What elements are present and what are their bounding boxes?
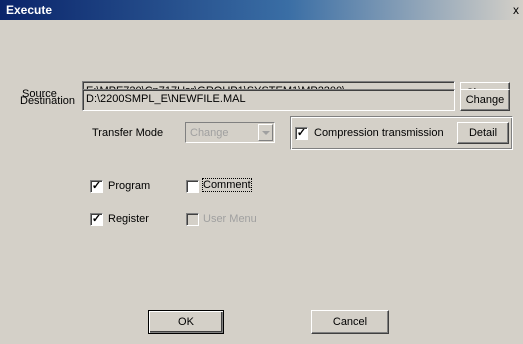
user-menu-checkbox [186, 213, 199, 226]
register-checkbox[interactable]: ✓ [90, 213, 103, 226]
ok-button[interactable]: OK [148, 310, 224, 334]
register-label: Register [108, 213, 149, 225]
compression-group: ✓ Compression transmission Detail [290, 116, 513, 150]
user-menu-label: User Menu [203, 213, 257, 225]
program-checkbox[interactable]: ✓ [90, 180, 103, 193]
cancel-button[interactable]: Cancel [311, 310, 389, 334]
transfer-mode-select[interactable]: Change [185, 122, 275, 143]
destination-path-field: D:\2200SMPL_E\NEWFILE.MAL [82, 89, 455, 111]
compression-checkbox[interactable]: ✓ [295, 127, 308, 140]
destination-label: Destination [20, 95, 76, 107]
chevron-down-icon [258, 124, 273, 141]
window-title: Execute [6, 3, 53, 17]
transfer-mode-value: Change [190, 127, 229, 139]
execute-dialog: Execute x Source E:\MPE720\Cp717Usr\GROU… [0, 0, 523, 344]
destination-change-button[interactable]: Change [460, 89, 510, 111]
detail-button[interactable]: Detail [457, 122, 509, 144]
transfer-mode-label: Transfer Mode [92, 127, 164, 139]
close-icon[interactable]: x [510, 3, 522, 17]
compression-label: Compression transmission [314, 127, 444, 139]
title-bar[interactable]: Execute x [0, 0, 523, 20]
comment-label: Comment [202, 178, 252, 192]
comment-checkbox[interactable] [186, 180, 199, 193]
program-label: Program [108, 180, 151, 192]
